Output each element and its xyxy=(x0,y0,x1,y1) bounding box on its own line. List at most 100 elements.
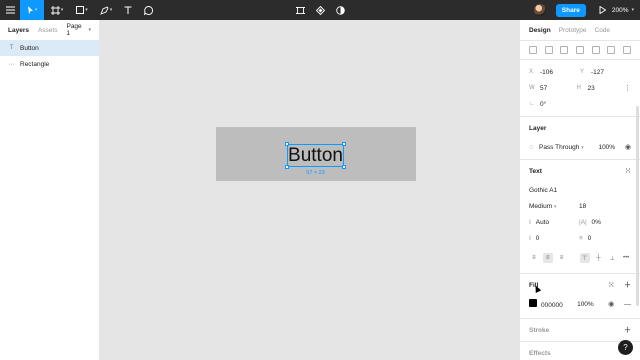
text-align-center-icon[interactable]: ≡ xyxy=(542,253,553,263)
add-stroke-icon[interactable]: ＋ xyxy=(624,325,631,335)
height-field[interactable]: H 23 xyxy=(577,85,625,92)
tab-code[interactable]: Code xyxy=(595,27,611,34)
share-button[interactable]: Share xyxy=(555,3,586,17)
tab-assets[interactable]: Assets xyxy=(38,27,58,34)
frame-tool-button[interactable]: ▾ xyxy=(44,0,70,20)
tab-prototype[interactable]: Prototype xyxy=(559,27,587,34)
rotation-field[interactable]: ∟ 0° xyxy=(529,101,581,108)
crop-button[interactable] xyxy=(290,0,310,20)
add-fill-icon[interactable]: ＋ xyxy=(624,282,631,289)
blend-mode-icon: ◌ xyxy=(529,143,534,151)
paragraph-indent-field[interactable]: ≡ 0 xyxy=(579,235,631,242)
align-left-icon[interactable] xyxy=(529,46,537,54)
crop-icon xyxy=(295,6,305,14)
layer-item-rectangle[interactable]: ⋯ Rectangle xyxy=(0,56,99,72)
text-styles-icon[interactable]: ⁙ xyxy=(625,167,631,175)
tab-layers[interactable]: Layers xyxy=(8,27,29,34)
fill-styles-icon[interactable]: ⁙ xyxy=(608,282,614,289)
properties-panel: Design Prototype Code X -106 Y -127 W 57… xyxy=(519,20,640,360)
button-text[interactable]: Button xyxy=(288,145,343,166)
page-selector[interactable]: Page 1 ▾ xyxy=(66,23,91,37)
pen-tool-button[interactable]: ▾ xyxy=(94,0,118,20)
right-panel-tabs: Design Prototype Code xyxy=(520,20,640,40)
remove-fill-icon[interactable]: — xyxy=(624,301,631,308)
resize-mode-icon[interactable]: ⋮ xyxy=(624,84,631,92)
blend-mode-select[interactable]: ◌ Pass Through ▾ xyxy=(529,144,584,151)
component-button[interactable] xyxy=(310,0,330,20)
letter-spacing-icon: |A| xyxy=(579,218,587,226)
fill-opacity[interactable]: 100% xyxy=(577,301,594,308)
width-field[interactable]: W 57 xyxy=(529,85,577,92)
vertical-align-top-icon[interactable]: ⊤ xyxy=(579,253,590,263)
fill-swatch[interactable] xyxy=(529,299,537,307)
resize-handle-top-left[interactable] xyxy=(285,142,289,146)
paragraph-spacing-value: 0 xyxy=(535,235,540,242)
y-label: Y xyxy=(580,69,585,75)
font-size-field[interactable]: 18 xyxy=(579,203,631,210)
resize-handle-top-right[interactable] xyxy=(342,142,346,146)
fill-hex: 000000 xyxy=(541,302,563,309)
chevron-down-icon: ▾ xyxy=(631,7,634,13)
rotation-value: 0° xyxy=(540,100,547,108)
resize-handle-bottom-left[interactable] xyxy=(285,165,289,169)
align-center-h-icon[interactable] xyxy=(544,46,553,54)
font-weight-value: Medium xyxy=(529,202,553,210)
align-center-v-icon[interactable] xyxy=(591,46,600,54)
layer-item-button[interactable]: T Button xyxy=(0,40,99,56)
rectangle-icon xyxy=(76,6,85,14)
zoom-menu[interactable]: 200% ▾ xyxy=(612,7,634,14)
vertical-align-middle-icon[interactable]: ┼ xyxy=(594,253,604,263)
shape-tool-button[interactable]: ▾ xyxy=(70,0,94,20)
contrast-button[interactable] xyxy=(330,0,350,20)
align-toolbar xyxy=(529,41,631,59)
move-tool-button[interactable]: ▾ xyxy=(20,0,44,20)
x-field[interactable]: X -106 xyxy=(529,69,580,76)
text-tool-button[interactable] xyxy=(118,0,138,20)
y-field[interactable]: Y -127 xyxy=(580,69,631,76)
text-align-left-icon[interactable]: ≡ xyxy=(529,253,539,263)
user-avatar[interactable] xyxy=(533,4,546,16)
fill-visibility-icon[interactable]: ◉ xyxy=(608,301,614,308)
more-options-icon[interactable]: ••• xyxy=(621,253,631,263)
help-button[interactable]: ? xyxy=(618,340,633,355)
page-name: Page 1 xyxy=(66,23,82,37)
letter-spacing-field[interactable]: |A| 0% xyxy=(579,219,631,226)
chevron-down-icon: ▾ xyxy=(581,144,584,151)
tab-design[interactable]: Design xyxy=(529,27,551,34)
chevron-down-icon: ▾ xyxy=(553,203,557,210)
dimension-label: 57 × 23 xyxy=(306,170,325,176)
font-family-select[interactable]: Gothic A1 xyxy=(529,187,557,194)
chevron-down-icon: ▾ xyxy=(88,27,91,33)
stroke-section: Stroke ＋ xyxy=(520,318,640,341)
h-label: H xyxy=(576,85,581,91)
fill-color-field[interactable]: 000000 xyxy=(529,299,563,309)
line-height-icon: Ⅰ xyxy=(529,219,531,226)
comment-tool-button[interactable] xyxy=(138,0,158,20)
visibility-eye-icon[interactable]: ◉ xyxy=(625,144,631,151)
vertical-align-bottom-icon[interactable]: ⊥ xyxy=(607,253,617,263)
main-menu-icon[interactable] xyxy=(0,0,20,20)
x-value: -106 xyxy=(540,68,554,76)
layer-opacity[interactable]: 100% xyxy=(598,144,615,151)
w-value: 57 xyxy=(540,84,548,92)
font-weight-select[interactable]: Medium ▾ xyxy=(529,203,556,210)
align-right-icon[interactable] xyxy=(560,46,569,54)
text-layer-selection[interactable]: Button xyxy=(285,142,346,169)
line-height-field[interactable]: Ⅰ Auto xyxy=(529,218,549,226)
text-align-right-icon[interactable]: ≡ xyxy=(557,253,567,263)
design-canvas[interactable]: Button 57 × 23 xyxy=(100,20,519,360)
paragraph-spacing-field[interactable]: Ⅰ 0 xyxy=(529,234,539,242)
effects-section-title: Effects xyxy=(529,349,551,357)
letter-spacing-value: 0% xyxy=(591,218,601,226)
resize-handle-bottom-right[interactable] xyxy=(342,165,346,169)
y-value: -127 xyxy=(591,68,605,76)
align-bottom-icon[interactable] xyxy=(607,46,616,54)
layer-section-title: Layer xyxy=(529,124,547,132)
present-button[interactable] xyxy=(594,0,612,20)
panel-scrollbar[interactable] xyxy=(636,106,639,306)
stroke-section-title: Stroke xyxy=(529,326,550,334)
distribute-icon[interactable] xyxy=(622,46,631,54)
align-top-icon[interactable] xyxy=(575,46,584,54)
paragraph-indent-icon: ≡ xyxy=(579,234,583,242)
left-panel-tabs: Layers Assets Page 1 ▾ xyxy=(0,20,99,40)
